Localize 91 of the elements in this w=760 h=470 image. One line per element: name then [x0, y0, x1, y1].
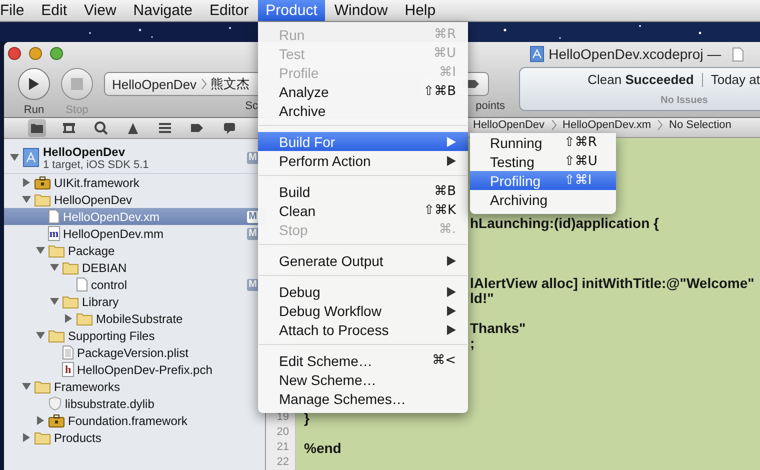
menu-title[interactable]: Window: [326, 0, 396, 21]
jump-bar-item[interactable]: HelloOpenDev.xm: [562, 119, 651, 131]
folder-icon: [48, 328, 65, 342]
disclosure-triangle[interactable]: [22, 178, 31, 187]
run-button[interactable]: [18, 68, 50, 100]
chevron-icon: [657, 119, 663, 131]
menu-item[interactable]: Archive: [258, 101, 468, 120]
list-icon: [158, 122, 172, 134]
code-line: hLaunching:(id)application {: [470, 214, 659, 230]
jump-bar-item[interactable]: HelloOpenDev: [473, 119, 545, 131]
toolbar-label: Run: [24, 104, 44, 116]
warning-icon: [127, 122, 139, 134]
status-badge: M: [246, 278, 259, 290]
disclosure-triangle[interactable]: [36, 416, 45, 425]
disclosure-triangle[interactable]: [22, 382, 31, 391]
close-button[interactable]: [8, 46, 21, 60]
hierarchy-icon: [62, 122, 76, 134]
menu-title[interactable]: Editor: [201, 0, 257, 21]
tag-icon: [190, 122, 204, 134]
build-time: Today at: [710, 72, 760, 87]
code-line: Thanks": [470, 320, 526, 336]
search-icon: [94, 121, 108, 135]
disclosure-triangle[interactable]: [50, 263, 59, 272]
toolbar-label: Sc: [245, 100, 258, 112]
list-document-icon: [62, 345, 74, 360]
project-icon: [530, 46, 544, 62]
status-badge: M: [246, 210, 259, 222]
minimize-button[interactable]: [29, 46, 42, 60]
menu-title[interactable]: File: [0, 0, 32, 21]
project-subtitle: 1 target, iOS SDK 5.1: [43, 158, 150, 170]
toolbox-icon: [34, 176, 51, 190]
jump-bar-item[interactable]: No Selection: [669, 119, 732, 131]
disclosure-triangle[interactable]: [50, 297, 59, 306]
document-icon: [76, 277, 88, 292]
code-line: %end: [304, 440, 342, 456]
source-file-icon: m: [48, 226, 60, 241]
status-badge: M: [246, 152, 259, 164]
chevron-icon: [550, 119, 557, 131]
folder-icon: [62, 260, 79, 274]
code-line: lAlertView alloc] initWithTitle:@"Welcome": [470, 274, 754, 290]
menu-title[interactable]: Help: [396, 0, 444, 21]
disclosure-triangle[interactable]: [36, 246, 45, 255]
menu-title[interactable]: Navigate: [125, 0, 200, 21]
folder-icon: [76, 312, 93, 326]
folder-icon: [34, 380, 51, 394]
document-icon: [48, 209, 60, 224]
folder-icon: [34, 430, 51, 444]
window-title: HelloOpenDev.xcodeproj —: [548, 46, 722, 62]
disclosure-triangle[interactable]: [10, 153, 19, 162]
document-icon: [732, 46, 744, 62]
menu-item[interactable]: Build For: [258, 132, 468, 151]
menu-title[interactable]: View: [76, 0, 124, 21]
disclosure-triangle[interactable]: [22, 433, 31, 442]
project-icon: [23, 148, 39, 167]
scheme-popup[interactable]: HelloOpenDev 熊文杰: [104, 72, 258, 96]
line-number: 20: [276, 425, 290, 440]
code-line: }: [304, 410, 310, 426]
toolbar-label: points: [476, 100, 505, 112]
toolbox-icon: [48, 414, 65, 428]
navigator-tab[interactable]: [92, 119, 110, 137]
issues-status: No Issues: [660, 95, 708, 106]
stop-icon: [71, 78, 83, 90]
disclosure-triangle[interactable]: [22, 195, 31, 204]
zoom-button[interactable]: [50, 46, 63, 60]
folder-icon: [30, 122, 44, 134]
build-status: Clean Succeeded: [588, 72, 694, 87]
speech-bubble-icon: [222, 122, 236, 134]
play-icon: [28, 77, 40, 91]
shield-icon: [48, 396, 62, 411]
folder-icon: [48, 244, 65, 258]
submenu-arrow-icon: [447, 256, 456, 266]
line-number: 22: [276, 455, 290, 470]
menu-item[interactable]: Analyze ⇧⌘B: [258, 82, 468, 101]
code-line: ;: [470, 334, 475, 350]
menu-item[interactable]: Testing ⇧⌘U: [470, 152, 616, 171]
menu-title[interactable]: Edit: [33, 0, 76, 21]
file-tree-row[interactable]: Foundation.framework: [4, 412, 265, 429]
disclosure-triangle[interactable]: [64, 314, 73, 323]
code-line: ld!": [470, 290, 494, 306]
file-tree-row[interactable]: Products: [4, 429, 265, 446]
chevron-icon: [200, 78, 207, 90]
project-name: HelloOpenDev: [43, 144, 126, 158]
status-badge: M: [246, 228, 259, 240]
menu-item[interactable]: Archiving: [470, 190, 616, 209]
menu-item[interactable]: Profiling ⇧⌘I: [470, 171, 616, 190]
menu-title[interactable]: Product: [258, 0, 326, 21]
source-file-icon: h: [62, 362, 74, 377]
line-number: 21: [276, 440, 290, 455]
disclosure-triangle[interactable]: [36, 331, 45, 340]
navigator-tab[interactable]: [28, 119, 46, 137]
folder-icon: [62, 294, 79, 308]
